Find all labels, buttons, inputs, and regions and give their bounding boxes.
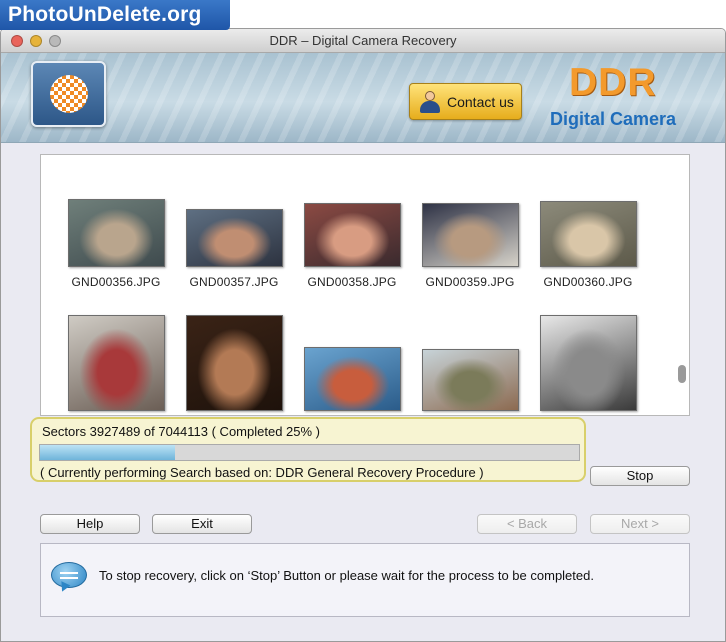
file-thumbnail-tile[interactable]: GND00358.JPG: [293, 165, 411, 289]
file-thumbnail-tile[interactable]: GND00365.JPG: [529, 309, 647, 415]
exit-button[interactable]: Exit: [152, 514, 252, 534]
app-logo-button[interactable]: [31, 61, 106, 127]
help-button[interactable]: Help: [40, 514, 140, 534]
file-thumbnail-tile[interactable]: GND00357.JPG: [175, 165, 293, 289]
file-name-label: GND00357.JPG: [189, 275, 279, 289]
procedure-status: ( Currently performing Search based on: …: [40, 465, 484, 480]
scrollbar-thumb[interactable]: [678, 365, 686, 383]
title-bar: DDR – Digital Camera Recovery: [1, 29, 725, 53]
recovered-files-gallery: GND00356.JPG GND00357.JPG GND00358.JPG GND0…: [40, 154, 690, 416]
person-icon: [419, 90, 441, 114]
file-thumbnail-tile[interactable]: GND00361.JPG: [57, 309, 175, 415]
file-name-label: GND00356.JPG: [71, 275, 161, 289]
watermark: PhotoUnDelete.org: [0, 0, 230, 30]
photo-thumbnail[interactable]: [539, 201, 637, 267]
progress-bar: [39, 444, 580, 461]
photo-thumbnail[interactable]: [67, 315, 165, 411]
file-thumbnail-tile[interactable]: GND00359.JPG: [411, 165, 529, 289]
photo-thumbnail[interactable]: [303, 347, 401, 411]
window-title: DDR – Digital Camera Recovery: [269, 33, 457, 48]
photo-thumbnail[interactable]: [303, 203, 401, 267]
file-name-label: GND00358.JPG: [307, 275, 397, 289]
speech-bubble-icon: [51, 562, 87, 594]
file-name-label: GND00360.JPG: [543, 275, 633, 289]
file-thumbnail-tile[interactable]: GND00363.JPG: [293, 309, 411, 415]
gallery-scrollbar[interactable]: [677, 157, 687, 413]
file-name-label: GND00359.JPG: [425, 275, 515, 289]
zoom-window-button[interactable]: [49, 35, 61, 47]
sectors-status: Sectors 3927489 of 7044113 ( Completed 2…: [42, 424, 320, 439]
info-message: To stop recovery, click on ‘Stop’ Button…: [99, 568, 594, 583]
progress-panel: Sectors 3927489 of 7044113 ( Completed 2…: [30, 417, 586, 482]
photo-thumbnail[interactable]: [421, 203, 519, 267]
file-thumbnail-tile[interactable]: GND00362.JPG: [175, 309, 293, 415]
photo-thumbnail[interactable]: [539, 315, 637, 411]
contact-us-label: Contact us: [447, 93, 514, 110]
file-thumbnail-tile[interactable]: GND00364.JPG: [411, 309, 529, 415]
close-window-button[interactable]: [11, 35, 23, 47]
file-thumbnail-tile[interactable]: GND00360.JPG: [529, 165, 647, 289]
photo-thumbnail[interactable]: [67, 199, 165, 267]
stop-button[interactable]: Stop: [590, 466, 690, 486]
progress-bar-fill: [40, 445, 175, 460]
app-header: Contact us DDR Digital Camera: [1, 53, 725, 143]
file-thumbnail-tile[interactable]: GND00356.JPG: [57, 165, 175, 289]
info-box: To stop recovery, click on ‘Stop’ Button…: [40, 543, 690, 617]
next-button[interactable]: Next >: [590, 514, 690, 534]
brand-logo: DDR: [569, 61, 657, 104]
photo-thumbnail[interactable]: [185, 209, 283, 267]
photo-thumbnail[interactable]: [421, 349, 519, 411]
back-button[interactable]: < Back: [477, 514, 577, 534]
minimize-window-button[interactable]: [30, 35, 42, 47]
window-controls: [11, 35, 61, 47]
brand-subtitle: Digital Camera: [550, 109, 677, 129]
thumbnail-grid: GND00356.JPG GND00357.JPG GND00358.JPG GND0…: [57, 165, 667, 415]
checkered-disc-icon: [49, 75, 88, 113]
photo-thumbnail[interactable]: [185, 315, 283, 411]
contact-us-button[interactable]: Contact us: [409, 83, 522, 120]
